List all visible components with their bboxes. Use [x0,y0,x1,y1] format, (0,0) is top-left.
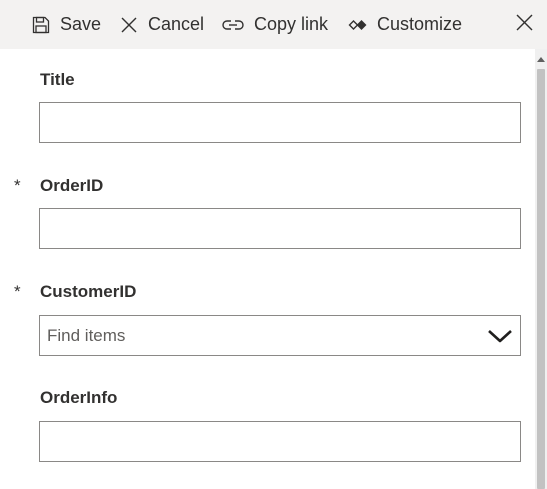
scrollbar-thumb[interactable] [537,69,545,489]
cancel-label: Cancel [148,14,205,34]
orderinfo-label: OrderInfo [40,388,118,407]
orderinfo-input[interactable] [39,421,521,462]
save-label: Save [60,14,102,34]
chevron-down-icon[interactable] [486,322,514,350]
copy-link-button[interactable]: Copy link [222,0,328,49]
command-bar: Save Cancel Copy link Customize [0,0,547,49]
title-label: Title [40,70,75,89]
close-button[interactable] [509,0,539,49]
form-panel: Title * OrderID * CustomerID OrderInfo [0,49,535,489]
scroll-up-arrow-icon[interactable] [535,53,547,65]
required-marker: * [14,176,21,195]
close-icon [516,14,533,36]
customize-label: Customize [377,14,463,34]
cancel-button[interactable]: Cancel [120,0,204,49]
cancel-icon [120,16,138,34]
customerid-lookup[interactable] [39,315,521,356]
customize-icon [348,18,367,32]
save-icon [32,16,50,34]
copy-link-label: Copy link [254,14,329,34]
orderid-label: OrderID [40,176,104,195]
customize-button[interactable]: Customize [348,0,462,49]
vertical-scrollbar[interactable] [535,49,547,489]
title-input[interactable] [39,102,521,143]
customerid-search-input[interactable] [40,316,480,355]
required-marker: * [14,282,21,301]
customerid-label: CustomerID [40,282,137,301]
link-icon [222,17,244,33]
orderid-input[interactable] [39,208,521,249]
save-button[interactable]: Save [32,0,101,49]
